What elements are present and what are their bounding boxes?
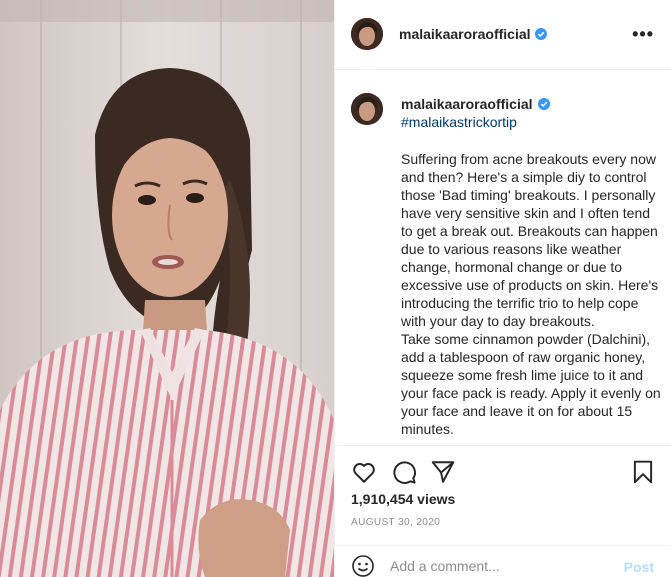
smiley-icon[interactable] [351, 554, 375, 577]
heart-icon[interactable] [351, 459, 377, 485]
verified-badge-icon [538, 98, 550, 110]
verified-badge-icon [535, 28, 547, 40]
caption-paragraph: Suffering from acne breakouts every now … [401, 151, 659, 329]
post-author-username[interactable]: malaikaaroraofficial [399, 26, 531, 42]
post-comment-button[interactable]: Post [624, 559, 654, 575]
caption-paragraph: Take some cinnamon powder (Dalchini), ad… [401, 331, 661, 437]
caption-hashtag-link[interactable]: #malaikastrickortip [401, 114, 517, 130]
caption-area[interactable]: malaikaaroraofficial #malaikastrickortip… [335, 71, 671, 445]
more-options-icon[interactable]: ••• [632, 24, 654, 45]
views-count[interactable]: 1,910,454 views [351, 491, 455, 507]
post-details-panel: malaikaaroraofficial ••• malaikaaroraoff… [334, 0, 671, 577]
caption-text: Suffering from acne breakouts every now … [401, 150, 663, 438]
comment-bar: Post [335, 545, 671, 577]
caption-avatar[interactable] [351, 93, 383, 125]
bookmark-icon[interactable] [630, 459, 656, 485]
post-date[interactable]: AUGUST 30, 2020 [351, 517, 440, 528]
avatar-image [351, 93, 383, 125]
actions-bar: 1,910,454 views AUGUST 30, 2020 [335, 445, 671, 545]
caption-username[interactable]: malaikaaroraofficial [401, 96, 533, 112]
avatar-image [351, 18, 383, 50]
comment-icon[interactable] [391, 459, 417, 485]
comment-input[interactable] [390, 558, 610, 574]
video-frame-illustration [0, 0, 334, 577]
paper-plane-icon[interactable] [430, 459, 456, 485]
post-header: malaikaaroraofficial ••• [335, 0, 671, 70]
avatar[interactable] [351, 18, 383, 50]
post-video[interactable] [0, 0, 334, 577]
